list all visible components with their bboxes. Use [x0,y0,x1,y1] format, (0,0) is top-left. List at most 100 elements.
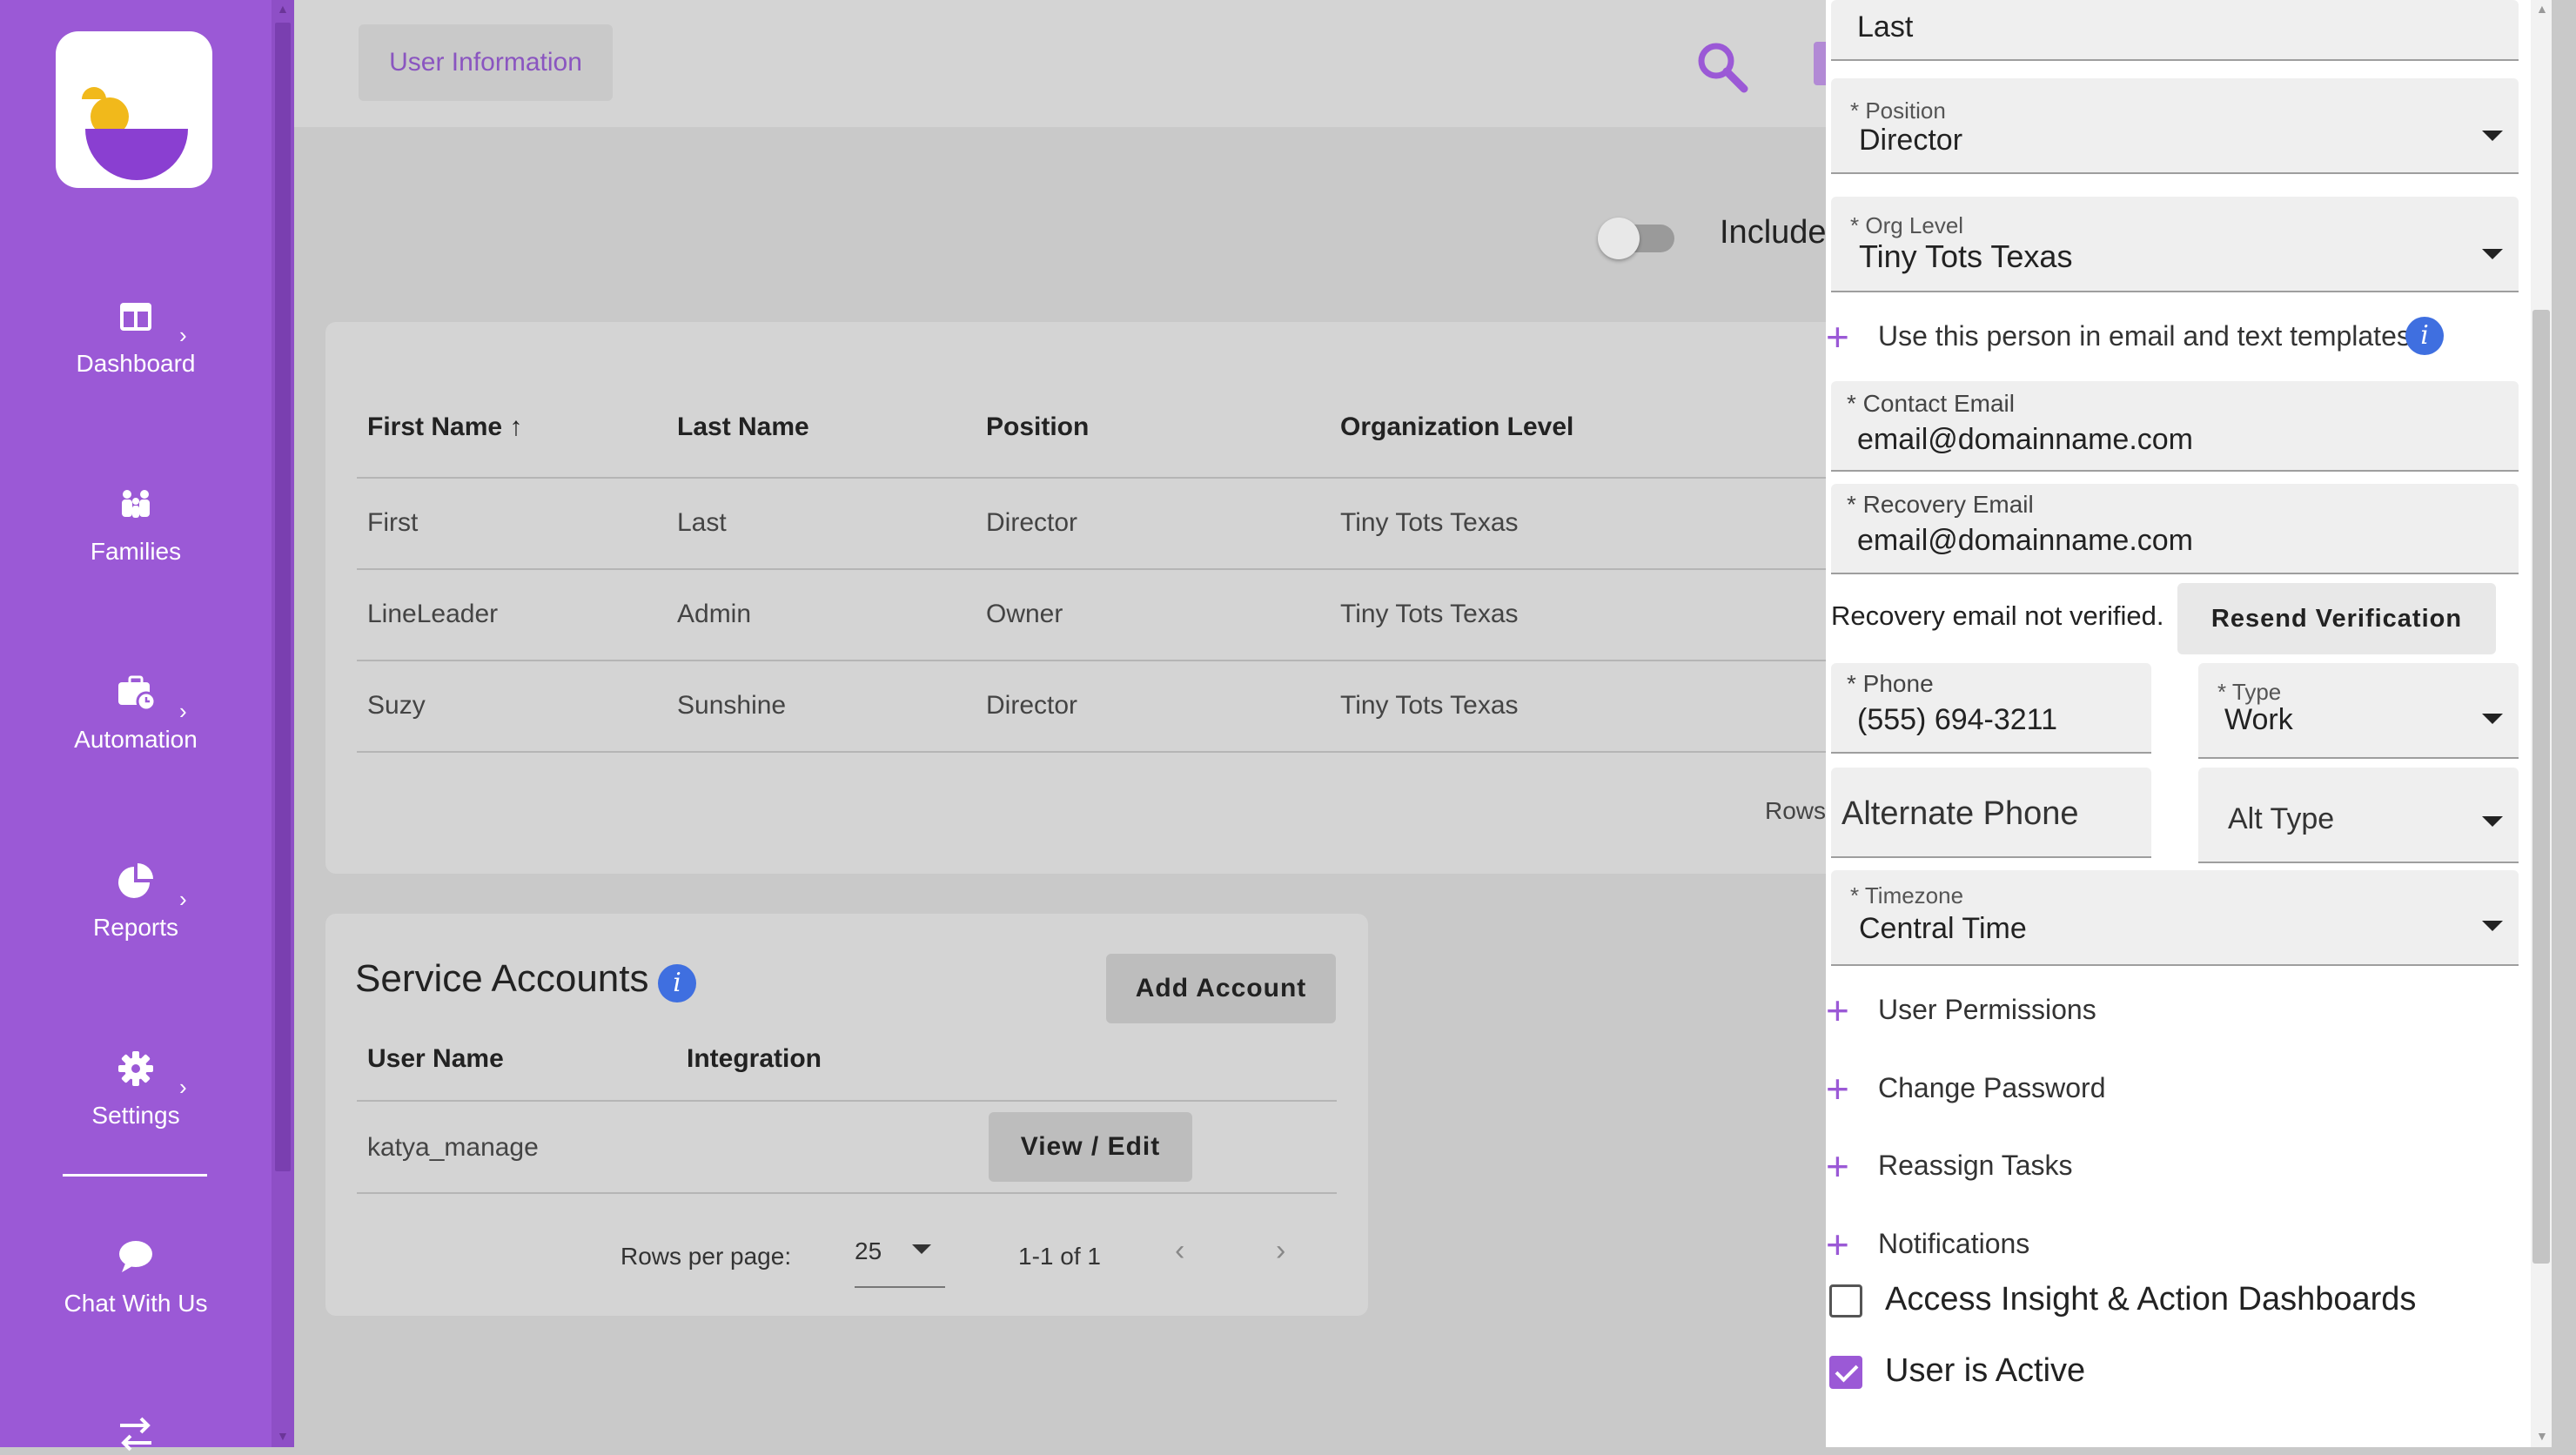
access-dashboards-checkbox[interactable] [1829,1284,1862,1318]
field-label: * Type [2217,679,2282,705]
chevron-right-icon: › [179,322,187,348]
sort-arrow-up-icon: ↑ [509,412,523,441]
rows-per-page-select[interactable]: 25 [855,1234,945,1288]
recovery-email-field[interactable]: * Recovery Email email@domainname.com [1831,484,2519,574]
prev-page-icon[interactable]: ‹ [1175,1234,1184,1268]
checkbox-label: User is Active [1885,1352,2086,1389]
info-icon[interactable]: i [658,964,696,1002]
caret-down-icon [2482,816,2503,827]
field-value: (555) 694-3211 [1857,703,2057,736]
families-icon [122,490,150,518]
header-label: First Name [367,412,503,441]
column-header-position[interactable]: Position [986,412,1089,442]
caret-down-icon [912,1244,931,1254]
drawer-scroll-thumb[interactable] [2532,310,2550,1264]
contact-email-field[interactable]: * Contact Email email@domainname.com [1831,381,2519,472]
phone-field[interactable]: * Phone (555) 694-3211 [1831,663,2151,754]
caret-down-icon [2482,714,2503,724]
alt-type-placeholder: Alt Type [2228,802,2335,835]
plus-icon: + [1826,988,1849,1033]
last-name-field[interactable]: Last [1831,0,2519,61]
sidebar-item-label: Settings [91,1102,180,1129]
row-divider [357,568,1836,570]
row-divider [357,660,1836,661]
org-level-select[interactable]: * Org Level Tiny Tots Texas [1831,197,2519,292]
column-header-org-level[interactable]: Organization Level [1340,412,1573,442]
field-value: Tiny Tots Texas [1859,238,2073,274]
cell-first-name: First [367,508,419,537]
sidebar-item-dashboard[interactable]: Dashboard › [0,296,272,378]
cell-last-name: Last [677,508,727,537]
phone-type-select[interactable]: * Type Work [2198,663,2519,759]
field-value: email@domainname.com [1857,423,2194,456]
column-header-first-name[interactable]: First Name ↑ [367,412,522,442]
gear-icon [118,1051,153,1086]
drawer-scrollbar[interactable]: ▲ ▼ [2531,0,2552,1447]
logo-icon [82,87,188,180]
app-logo[interactable] [56,31,212,188]
field-value: Work [2224,703,2293,736]
view-edit-button[interactable]: View / Edit [989,1112,1192,1182]
service-accounts-title: Service Accounts [355,957,649,1000]
chevron-right-icon: › [179,1074,187,1100]
cell-org-level: Tiny Tots Texas [1340,508,1519,537]
sidebar-item-reports[interactable]: Reports › [0,860,272,942]
field-label: * Position [1850,97,1946,124]
sidebar-item-switch[interactable] [0,1413,272,1455]
recovery-status-text: Recovery email not verified. [1831,600,2164,631]
cell-position: Director [986,508,1078,537]
sidebar-item-automation[interactable]: Automation › [0,672,272,754]
scroll-down-icon[interactable]: ▼ [2536,1429,2548,1443]
cell-position: Owner [986,600,1063,628]
scroll-up-icon[interactable]: ▲ [2536,2,2548,16]
row-divider [357,751,1836,753]
alt-type-select[interactable]: Alt Type [2198,768,2519,863]
sidebar-scroll-thumb[interactable] [275,23,291,1171]
timezone-select[interactable]: * Timezone Central Time [1831,870,2519,966]
rows-per-page-label: Rows [1765,797,1827,824]
search-icon[interactable] [1694,38,1749,94]
sidebar-item-families[interactable]: Families [0,484,272,566]
swap-arrows-icon [120,1417,151,1452]
sidebar-scrollbar[interactable]: ▲ ▼ [272,0,294,1447]
alternate-phone-field[interactable]: Alternate Phone [1831,768,2151,858]
sidebar-item-label: Dashboard [76,350,196,377]
dashboard-icon [120,303,151,331]
chat-bubble-icon [119,1241,152,1272]
scroll-down-icon[interactable]: ▼ [277,1429,289,1443]
section-label: Change Password [1878,1072,2106,1103]
sidebar-divider [63,1174,207,1177]
include-toggle-knob[interactable] [1598,218,1640,259]
sidebar-item-settings[interactable]: Settings › [0,1048,272,1130]
plus-icon: + [1826,1066,1849,1111]
pie-chart-icon [118,863,153,898]
scroll-up-icon[interactable]: ▲ [277,2,289,16]
rows-per-page-value: 25 [855,1237,882,1264]
pagination-range: 1-1 of 1 [1018,1243,1101,1270]
user-active-checkbox[interactable] [1829,1356,1862,1389]
info-icon[interactable]: i [2405,317,2444,355]
plus-icon: + [1826,314,1849,359]
tab-user-information[interactable]: User Information [359,24,613,101]
cell-last-name: Admin [677,600,752,628]
caret-down-icon [2482,131,2503,141]
cell-position: Director [986,691,1078,720]
column-header-last-name[interactable]: Last Name [677,412,809,442]
use-in-templates-label: Use this person in email and text templa… [1878,320,2418,352]
field-label: * Recovery Email [1847,491,2034,518]
position-select[interactable]: * Position Director [1831,78,2519,174]
briefcase-clock-icon [118,675,157,712]
sidebar-item-chat[interactable]: Chat With Us [0,1236,272,1318]
add-account-button[interactable]: Add Account [1106,954,1336,1023]
row-divider [357,477,1836,479]
cell-org-level: Tiny Tots Texas [1340,691,1519,720]
column-header-user-name[interactable]: User Name [367,1044,504,1074]
field-value: Director [1859,124,1963,157]
caret-down-icon [2482,921,2503,931]
next-page-icon[interactable]: › [1276,1234,1285,1268]
resend-verification-button[interactable]: Resend Verification [2177,583,2496,654]
cell-user-name: katya_manage [367,1133,539,1162]
row-divider [357,1100,1337,1102]
column-header-integration[interactable]: Integration [687,1044,822,1074]
sidebar-item-label: Families [90,538,182,565]
